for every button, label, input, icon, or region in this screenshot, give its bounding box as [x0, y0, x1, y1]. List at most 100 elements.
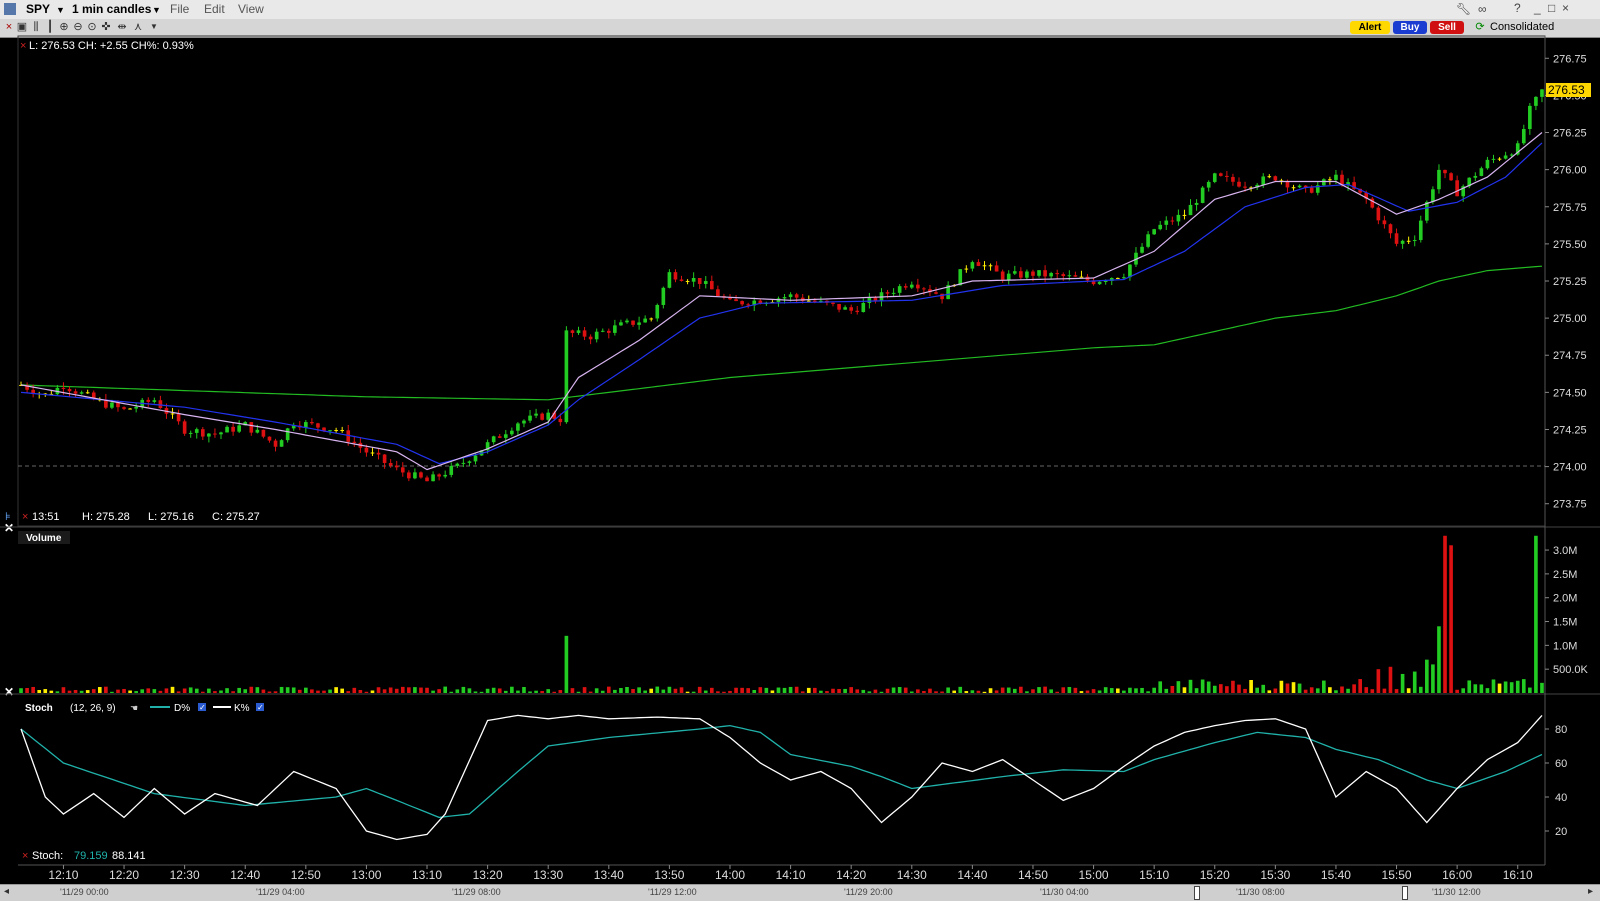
volume-bar: [1019, 686, 1023, 693]
candle-body: [794, 294, 799, 298]
volume-bar: [940, 691, 944, 693]
candle-body: [1061, 274, 1066, 276]
time-tick-label: 15:40: [1321, 868, 1351, 882]
volume-bar: [885, 688, 890, 693]
volume-bar: [31, 686, 35, 693]
candle-body: [903, 286, 908, 288]
volume-bar: [534, 690, 538, 693]
stoch-settings-icon[interactable]: ☚: [130, 703, 138, 713]
candle-body: [1000, 271, 1005, 280]
volume-bar: [994, 690, 999, 693]
candle-body: [249, 422, 254, 433]
volume-bar: [831, 688, 835, 693]
scroll-right-icon[interactable]: ▸: [1588, 886, 1593, 897]
candle-body: [1103, 280, 1108, 282]
price-tick-label: 275.00: [1553, 313, 1587, 325]
volume-bar: [576, 691, 581, 693]
candle-body: [1128, 264, 1132, 278]
volume-bar: [146, 688, 151, 693]
candle-body: [188, 432, 193, 434]
volume-bar: [1152, 687, 1156, 693]
volume-bar: [1176, 681, 1181, 693]
timeline-scrollbar[interactable]: ◂ ▸ '11/29 00:00 '11/29 04:00 '11/29 08:00…: [0, 884, 1600, 901]
candle-body: [1231, 176, 1235, 182]
volume-bar: [334, 687, 338, 693]
candle-body: [606, 330, 611, 333]
volume-bar: [1128, 687, 1132, 693]
candle-body: [667, 272, 672, 288]
volume-bar: [619, 688, 623, 693]
volume-bar: [73, 689, 78, 693]
crosshair-close-icon[interactable]: ×: [22, 511, 28, 523]
time-tick-label: 14:50: [1018, 868, 1048, 882]
candle-body: [988, 265, 993, 267]
volume-bar: [613, 689, 617, 693]
volume-bar: [1006, 687, 1011, 693]
volume-bar: [1540, 682, 1544, 693]
volume-bar: [91, 689, 96, 693]
volume-bar: [1146, 691, 1150, 693]
volume-bar: [1188, 679, 1193, 693]
candle-body: [897, 286, 902, 293]
time-axis: 12:10 12:20 12:30 12:40 12:50 13:00 13:10 13:20…: [48, 865, 1533, 882]
time-tick-label: 15:10: [1139, 868, 1169, 882]
volume-bar: [1206, 681, 1211, 693]
price-tick-label: 274.00: [1553, 462, 1587, 474]
candle-body: [497, 436, 502, 438]
candle-body: [1188, 204, 1193, 216]
volume-bar: [285, 687, 290, 693]
volume-bar: [1418, 686, 1423, 693]
volume-bar: [722, 691, 726, 693]
volume-bar: [449, 691, 454, 693]
volume-bar: [1073, 687, 1078, 693]
volume-bar: [964, 691, 969, 693]
range-handle-right[interactable]: [1402, 886, 1408, 900]
volume-bar: [358, 689, 363, 693]
price-axis: 276.75276.50276.25276.00275.75275.50275.…: [1545, 53, 1587, 511]
candle-body: [982, 265, 987, 267]
volume-bar: [606, 686, 611, 693]
candle-body: [110, 402, 114, 408]
candle-body: [61, 387, 66, 389]
volume-bar: [503, 690, 508, 693]
volume-bar: [558, 690, 563, 693]
price-tick-label: 276.25: [1553, 128, 1587, 140]
range-handle-left[interactable]: [1194, 886, 1200, 900]
volume-bar: [516, 690, 520, 693]
candle-body: [831, 302, 835, 304]
volume-bar: [528, 691, 532, 693]
volume-bar: [946, 687, 950, 693]
candle-body: [1297, 185, 1302, 188]
volume-bar: [237, 687, 241, 693]
volume-bar: [697, 686, 702, 693]
candle-body: [922, 288, 926, 290]
volume-bar: [122, 688, 126, 693]
volume-bar: [1303, 689, 1308, 693]
volume-bar: [988, 688, 993, 693]
stoch-readout-label: Stoch:: [32, 850, 63, 862]
candle-body: [867, 297, 872, 303]
candle-body: [431, 474, 435, 482]
volume-bar: [1528, 687, 1532, 693]
candle-body: [1097, 281, 1102, 285]
candle-body: [1406, 240, 1411, 242]
time-tick-label: 14:20: [836, 868, 866, 882]
scroll-left-icon[interactable]: ◂: [4, 886, 9, 897]
stoch-tick-label: 40: [1555, 792, 1567, 804]
volume-bar: [746, 688, 750, 693]
candle-body: [419, 472, 423, 478]
candle-body: [1309, 187, 1314, 193]
candle-body: [67, 388, 72, 392]
price-tick-label: 275.75: [1553, 202, 1587, 214]
volume-bar: [1012, 688, 1017, 693]
candle-body: [613, 325, 617, 333]
chart-canvas[interactable]: 276.75276.50276.25276.00275.75275.50275.…: [0, 0, 1600, 900]
candle-body: [558, 418, 563, 423]
stoch-readout-close-icon[interactable]: ×: [22, 850, 28, 862]
header-close-icon[interactable]: ×: [20, 40, 26, 52]
candle-body: [467, 461, 472, 463]
volume-bar: [1400, 673, 1405, 693]
volume-bar: [734, 687, 738, 693]
timeline-label: '11/30 04:00: [1040, 887, 1089, 897]
volume-bar: [631, 688, 635, 693]
